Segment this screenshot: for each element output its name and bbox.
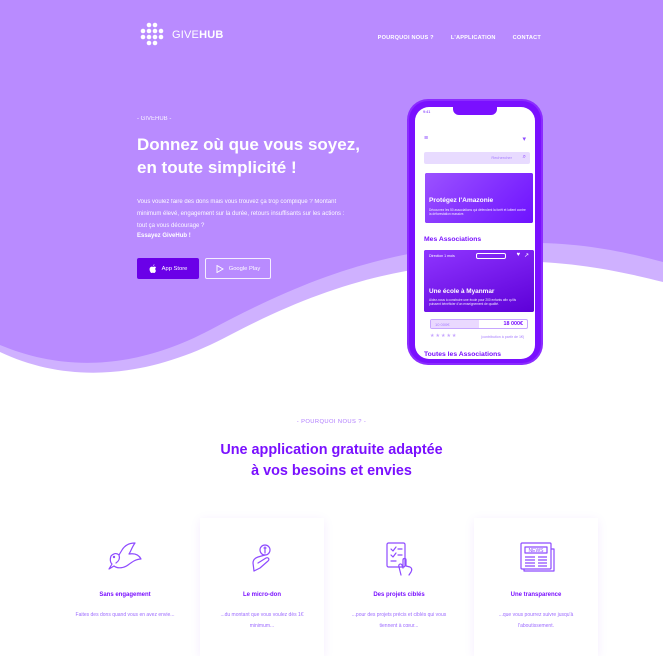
featured-cause-title: Protégez l'Amazonie — [429, 197, 494, 204]
featured-cause-text: Découvrez les 50 associations qui défend… — [429, 208, 526, 216]
about-title: Une application gratuite adaptée à vos b… — [220, 442, 443, 479]
feature-title: Le micro-don — [242, 592, 281, 598]
donation-goal-amount: 18 000€ — [503, 321, 524, 327]
app-store-label: App Store — [161, 265, 188, 272]
hero-cta-text: Essayez GiveHub ! — [137, 233, 191, 239]
my-associations-title: Mes Associations — [424, 236, 482, 243]
phone-search-placeholder: Rechercher — [491, 155, 512, 160]
features-row: Sans engagement Faites des dons quand vo… — [63, 518, 603, 656]
nav-link-application[interactable]: L'APPLICATION — [451, 35, 496, 41]
hero-kicker: - GIVEHUB - — [137, 116, 172, 122]
association-badge — [476, 253, 506, 259]
search-icon: ⌕ — [522, 154, 526, 160]
feature-card-projets-cibles: Des projets ciblés ...pour des projets p… — [337, 518, 461, 656]
feature-title: Une transparence — [510, 592, 562, 598]
donation-progress: 10 000€ 18 000€ — [430, 319, 528, 329]
logo-dots-icon — [140, 22, 164, 46]
all-associations-title: Toutes les Associations — [424, 351, 502, 358]
association-text: Aidez-nous à construire une école pour 2… — [429, 298, 517, 306]
feature-text: ...que vous pourrez suivre jusqu'à l'abo… — [498, 612, 574, 629]
feature-title: Sans engagement — [99, 592, 151, 598]
google-play-icon — [216, 264, 224, 273]
apple-icon — [149, 264, 156, 273]
feature-title: Des projets ciblés — [373, 592, 425, 598]
hero-title: Donnez où que vous soyez, en toute simpl… — [137, 135, 360, 177]
status-time: 9:41 — [423, 110, 431, 114]
association-card[interactable]: Direction 1 mois ♥ ↗ Une école à Myanmar… — [424, 250, 534, 312]
logo-wordmark: GIVEHUB — [172, 29, 224, 41]
association-duration: Direction 1 mois — [429, 254, 455, 258]
nav-link-pourquoi-nous[interactable]: POURQUOI NOUS ? — [378, 35, 434, 41]
phone-search-bar[interactable]: Rechercher ⌕ — [424, 152, 530, 164]
google-play-label: Google Play — [228, 265, 261, 272]
feature-text: ...du montant que vous voulez dès 1€ min… — [220, 612, 304, 629]
phone-mockup: 9:41 ≡ ▾ Rechercher ⌕ Protégez l'Amazoni… — [409, 101, 541, 363]
hero-description: Vous voulez faire des dons mais vous tro… — [137, 199, 345, 229]
association-title: Une école à Myanmar — [429, 288, 495, 295]
filter-icon[interactable]: ▾ — [522, 135, 526, 143]
top-navigation: GIVEHUB POURQUOI NOUS ? L'APPLICATION CO… — [0, 0, 663, 75]
feature-text: ...pour des projets précis et ciblés qui… — [351, 612, 447, 629]
feature-card-micro-don: Le micro-don ...du montant que vous voul… — [200, 518, 324, 656]
featured-cause-card[interactable]: Protégez l'Amazonie Découvrez les 50 ass… — [425, 173, 533, 223]
google-play-button[interactable]: Google Play — [205, 258, 271, 279]
nav-links: POURQUOI NOUS ? L'APPLICATION CONTACT — [378, 35, 541, 41]
donation-progress-label: 10 000€ — [435, 322, 450, 327]
newspaper-icon: NEWS — [520, 542, 555, 572]
app-bar: ≡ ▾ — [424, 135, 526, 143]
feature-card-transparence: NEWS Une transparence ...que vous pourre… — [474, 518, 598, 656]
checklist-icon — [386, 542, 413, 576]
app-store-button[interactable]: App Store — [137, 258, 199, 279]
share-icon[interactable]: ↗ — [524, 252, 529, 259]
phone-screen: 9:41 ≡ ▾ Rechercher ⌕ Protégez l'Amazoni… — [415, 107, 535, 359]
menu-icon[interactable]: ≡ — [424, 135, 428, 143]
svg-text:NEWS: NEWS — [529, 548, 545, 554]
coin-hand-icon — [252, 544, 271, 572]
feature-text: Faites des dons quand vous en avez envie… — [75, 612, 175, 618]
phone-notch — [453, 107, 497, 115]
about-kicker: - POURQUOI NOUS ? - — [296, 419, 367, 425]
dove-icon — [108, 542, 142, 570]
nav-link-contact[interactable]: CONTACT — [513, 35, 541, 41]
logo[interactable]: GIVEHUB — [138, 22, 224, 48]
rating-note: (contribution à partir de 1€) — [481, 335, 525, 339]
feature-card-sans-engagement: Sans engagement Faites des dons quand vo… — [63, 518, 187, 656]
rating-stars: ★★★★★ — [430, 333, 458, 339]
hero-section: GIVEHUB POURQUOI NOUS ? L'APPLICATION CO… — [0, 0, 663, 380]
heart-icon[interactable]: ♥ — [516, 252, 520, 258]
